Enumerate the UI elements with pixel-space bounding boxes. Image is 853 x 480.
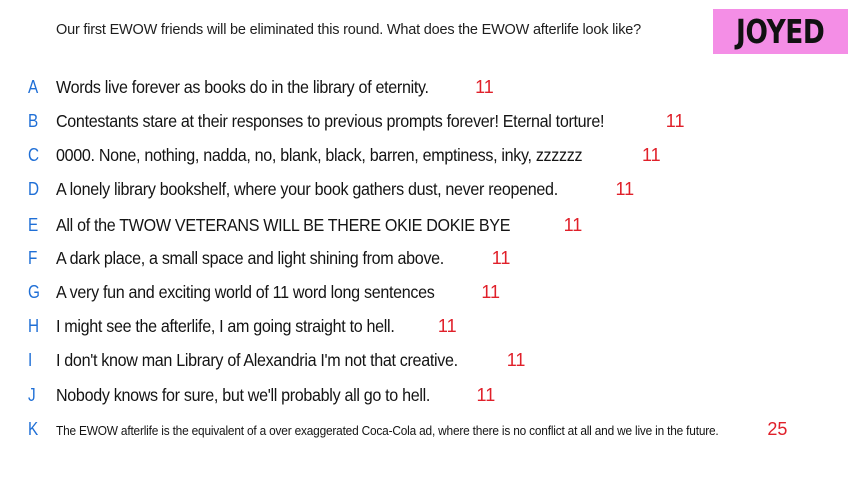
response-text: Words live forever as books do in the li… xyxy=(56,76,429,97)
word-count: 11 xyxy=(476,384,496,405)
response-text: A very fun and exciting world of 11 word… xyxy=(56,281,435,302)
response-row-i: I I don't know man Library of Alexandria… xyxy=(0,345,853,375)
response-row-d: D A lonely library bookshelf, where your… xyxy=(0,174,853,204)
response-letter: E xyxy=(28,214,39,235)
response-row-j: J Nobody knows for sure, but we'll proba… xyxy=(0,380,853,410)
response-row-k: K The EWOW afterlife is the equivalent o… xyxy=(0,414,853,444)
response-text: I might see the afterlife, I am going st… xyxy=(56,315,395,336)
word-count: 11 xyxy=(563,214,583,235)
response-row-h: H I might see the afterlife, I am going … xyxy=(0,311,853,341)
response-letter: H xyxy=(28,315,40,336)
response-row-f: F A dark place, a small space and light … xyxy=(0,243,853,273)
response-letter: F xyxy=(28,247,38,268)
response-letter: J xyxy=(28,384,36,405)
badge-label: JOYED xyxy=(736,12,825,51)
response-row-c: C 0000. None, nothing, nadda, no, blank,… xyxy=(0,140,853,170)
word-count: 11 xyxy=(481,281,501,302)
word-count: 11 xyxy=(615,178,635,199)
prompt-text: Our first EWOW friends will be eliminate… xyxy=(56,22,641,38)
response-row-b: B Contestants stare at their responses t… xyxy=(0,106,853,136)
response-letter: I xyxy=(28,349,33,370)
response-row-a: A Words live forever as books do in the … xyxy=(0,72,853,102)
contestant-badge: JOYED xyxy=(713,9,848,54)
response-text: Nobody knows for sure, but we'll probabl… xyxy=(56,384,431,405)
response-text: All of the TWOW VETERANS WILL BE THERE O… xyxy=(56,214,511,235)
response-letter: B xyxy=(28,110,39,131)
response-text: I don't know man Library of Alexandria I… xyxy=(56,349,458,370)
word-count: 11 xyxy=(475,76,494,97)
response-row-e: E All of the TWOW VETERANS WILL BE THERE… xyxy=(0,210,853,240)
word-count: 11 xyxy=(491,247,511,268)
word-count: 11 xyxy=(665,110,685,131)
response-letter: K xyxy=(28,418,39,439)
response-text: The EWOW afterlife is the equivalent of … xyxy=(56,423,719,438)
word-count: 25 xyxy=(767,418,788,439)
response-text: A dark place, a small space and light sh… xyxy=(56,247,444,268)
word-count: 11 xyxy=(437,315,457,336)
response-text: Contestants stare at their responses to … xyxy=(56,110,605,131)
response-letter: D xyxy=(28,178,40,199)
response-letter: A xyxy=(28,76,39,97)
word-count: 11 xyxy=(506,349,526,370)
response-letter: C xyxy=(28,144,40,165)
response-letter: G xyxy=(28,281,40,302)
response-row-g: G A very fun and exciting world of 11 wo… xyxy=(0,277,853,307)
response-text: A lonely library bookshelf, where your b… xyxy=(56,178,558,199)
response-text: 0000. None, nothing, nadda, no, blank, b… xyxy=(56,144,583,165)
word-count: 11 xyxy=(641,144,661,165)
